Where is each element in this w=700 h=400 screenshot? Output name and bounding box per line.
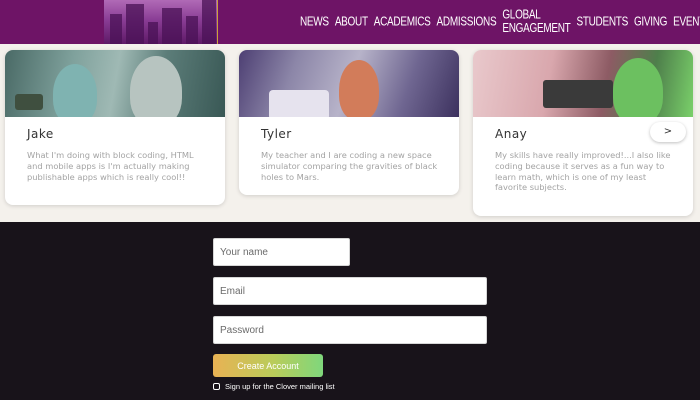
- email-input[interactable]: [213, 277, 487, 305]
- mailing-list-option: Sign up for the Clover mailing list: [213, 382, 335, 391]
- student-photo: [473, 50, 693, 117]
- carousel-next-button[interactable]: >: [650, 122, 686, 142]
- main-nav: NEWS ABOUT ACADEMICS ADMISSIONS GLOBAL E…: [300, 0, 700, 44]
- nav-item-giving[interactable]: GIVING: [634, 15, 668, 29]
- mailing-list-checkbox[interactable]: [213, 383, 220, 390]
- name-input[interactable]: [213, 238, 350, 266]
- nav-item-global-engagement[interactable]: GLOBAL ENGAGEMENT: [502, 8, 570, 36]
- mailing-list-label[interactable]: Sign up for the Clover mailing list: [225, 382, 335, 391]
- nav-item-events[interactable]: EVENTS: [673, 15, 700, 29]
- nav-item-about[interactable]: ABOUT: [335, 15, 368, 29]
- testimonial-card-tyler: Tyler My teacher and I are coding a new …: [239, 50, 459, 195]
- nav-item-admissions[interactable]: ADMISSIONS: [437, 15, 497, 29]
- student-photo: [5, 50, 225, 117]
- student-photo: [239, 50, 459, 117]
- signup-section: Create Account Sign up for the Clover ma…: [0, 222, 700, 400]
- nav-item-academics[interactable]: ACADEMICS: [374, 15, 431, 29]
- student-quote: What I'm doing with block coding, HTML a…: [27, 150, 194, 182]
- site-header: NEWS ABOUT ACADEMICS ADMISSIONS GLOBAL E…: [0, 0, 700, 44]
- create-account-button[interactable]: Create Account: [213, 354, 323, 377]
- password-input[interactable]: [213, 316, 487, 344]
- header-banner-image: [104, 0, 218, 44]
- testimonial-card-jake: Jake What I'm doing with block coding, H…: [5, 50, 225, 205]
- nav-item-news[interactable]: NEWS: [300, 15, 329, 29]
- student-quote: My teacher and I are coding a new space …: [261, 150, 438, 182]
- student-name: Tyler: [261, 127, 292, 141]
- testimonial-carousel: Jake What I'm doing with block coding, H…: [0, 44, 700, 222]
- student-quote: My skills have really improved!...I also…: [495, 150, 671, 193]
- nav-item-students[interactable]: STUDENTS: [576, 15, 628, 29]
- student-name: Jake: [27, 127, 54, 141]
